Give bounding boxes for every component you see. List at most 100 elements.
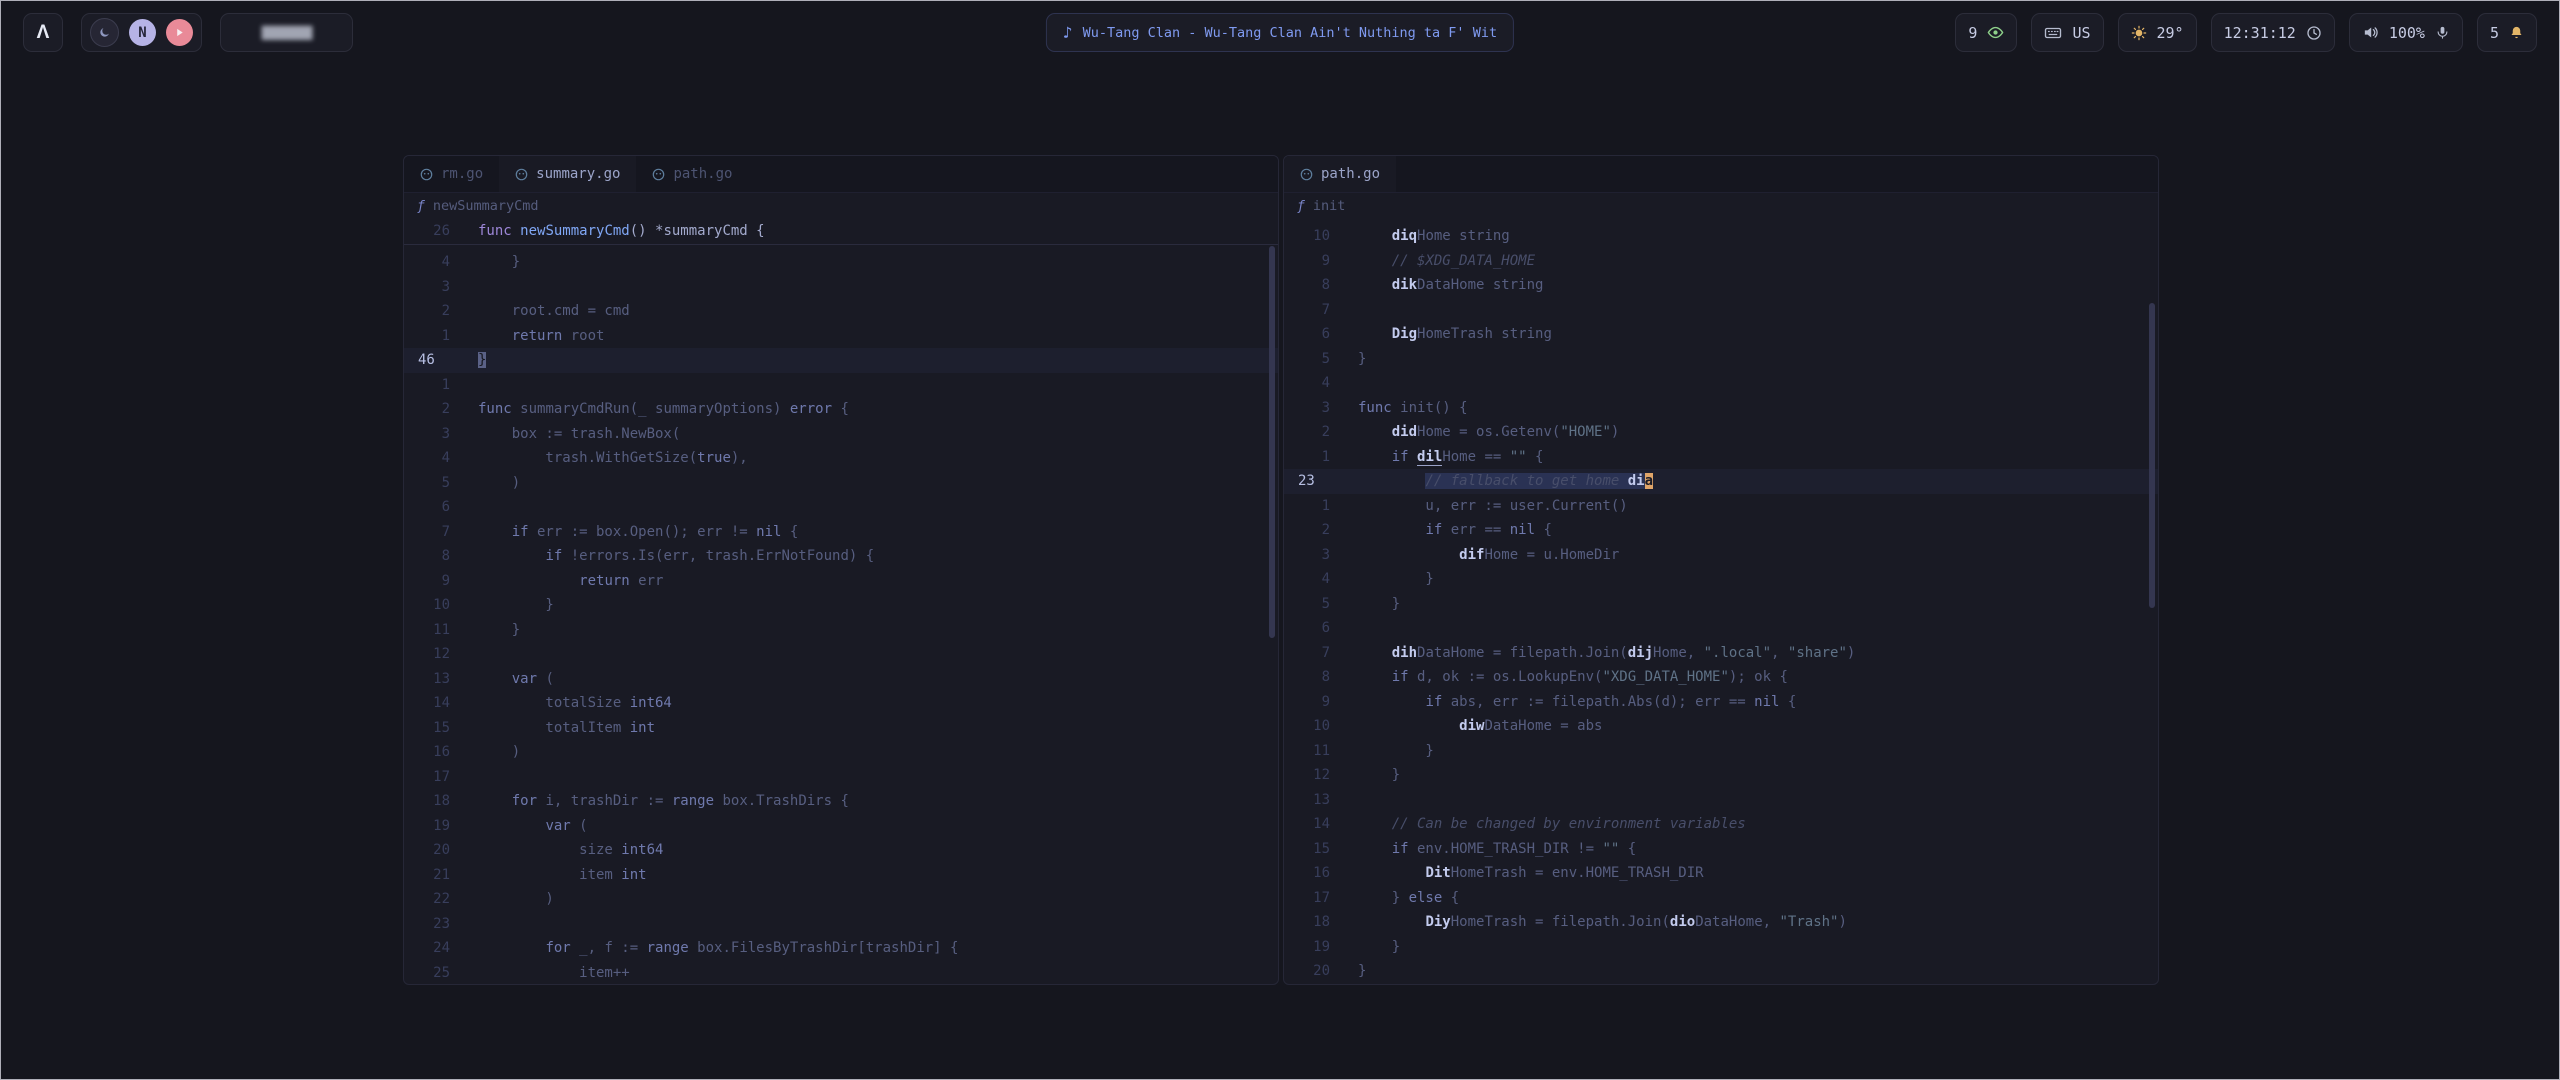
code-segment: newSummaryCmd <box>520 223 630 239</box>
code-line[interactable]: 10 diwDataHome = abs <box>1284 714 2158 739</box>
line-number: 9 <box>1284 249 1330 274</box>
code-line[interactable]: 14 // Can be changed by environment vari… <box>1284 812 2158 837</box>
volume-widget[interactable]: 100% <box>2349 13 2463 52</box>
code-line[interactable]: 9 if abs, err := filepath.Abs(d); err ==… <box>1284 690 2158 715</box>
code-segment: { <box>1527 449 1544 465</box>
screen-recorder-widget[interactable]: 9 <box>1955 13 2017 52</box>
code-line[interactable]: 1 if dilHome == "" { <box>1284 445 2158 470</box>
code-line[interactable]: 24 for _, f := range box.FilesByTrashDir… <box>404 936 1278 961</box>
code-line[interactable]: 15 if env.HOME_TRASH_DIR != "" { <box>1284 837 2158 862</box>
code-line[interactable]: 4 trash.WithGetSize(true), <box>404 446 1278 471</box>
code-text: DitHomeTrash = env.HOME_TRASH_DIR <box>1330 861 2158 886</box>
code-line[interactable]: 12 <box>404 642 1278 667</box>
code-segment: Home = u.HomeDir <box>1484 547 1619 563</box>
code-line[interactable]: 25 item++ <box>404 961 1278 986</box>
clock-widget[interactable]: 12:31:12 <box>2211 13 2335 52</box>
code-line[interactable]: 6 <box>1284 616 2158 641</box>
code-line[interactable]: 5} <box>1284 347 2158 372</box>
workspace-switcher[interactable]: N <box>81 13 202 52</box>
workspace-icon-1[interactable] <box>90 18 119 47</box>
code-line[interactable]: 19 } <box>1284 935 2158 960</box>
code-line[interactable]: 5 ) <box>404 471 1278 496</box>
code-line[interactable]: 20} <box>1284 959 2158 984</box>
keyboard-layout-widget[interactable]: US <box>2031 13 2103 52</box>
code-line[interactable]: 10 diqHome string <box>1284 224 2158 249</box>
code-line[interactable]: 15 totalItem int <box>404 716 1278 741</box>
code-line[interactable]: 19 var ( <box>404 814 1278 839</box>
code-line[interactable]: 7 if err := box.Open(); err != nil { <box>404 520 1278 545</box>
code-line[interactable]: 13 <box>1284 788 2158 813</box>
code-line[interactable]: 21 item int <box>404 863 1278 888</box>
masked-window-title[interactable]: ████████ <box>220 13 353 52</box>
code-line[interactable]: 4 } <box>1284 567 2158 592</box>
code-text: } else { <box>1330 886 2158 911</box>
code-line[interactable]: 14 totalSize int64 <box>404 691 1278 716</box>
code-line[interactable]: 8 dikDataHome string <box>1284 273 2158 298</box>
code-line[interactable]: 8 if !errors.Is(err, trash.ErrNotFound) … <box>404 544 1278 569</box>
code-line[interactable]: 4 } <box>404 250 1278 275</box>
sticky-context-line[interactable]: 26 func newSummaryCmd() *summaryCmd { <box>404 219 1278 245</box>
code-line[interactable]: 8 if d, ok := os.LookupEnv("XDG_DATA_HOM… <box>1284 665 2158 690</box>
code-line[interactable]: 12 } <box>1284 763 2158 788</box>
code-line[interactable]: 11 } <box>404 618 1278 643</box>
app-launcher-button[interactable]: Λ <box>23 13 63 52</box>
scrollbar-right[interactable] <box>2149 303 2155 608</box>
code-line[interactable]: 9 // $XDG_DATA_HOME <box>1284 249 2158 274</box>
bar-left: Λ N ████████ <box>23 13 353 52</box>
tab-path-go-left[interactable]: path.go <box>636 156 748 192</box>
code-line[interactable]: 1 u, err := user.Current() <box>1284 494 2158 519</box>
code-line[interactable]: 2func summaryCmdRun(_ summaryOptions) er… <box>404 397 1278 422</box>
code-line[interactable]: 3func init() { <box>1284 396 2158 421</box>
code-line[interactable]: 2 didHome = os.Getenv("HOME") <box>1284 420 2158 445</box>
code-line[interactable]: 18 for i, trashDir := range box.TrashDir… <box>404 789 1278 814</box>
tab-rm-go[interactable]: rm.go <box>404 156 499 192</box>
media-player-widget[interactable]: ♪ Wu-Tang Clan - Wu-Tang Clan Ain't Nuth… <box>1046 13 1514 52</box>
code-line[interactable]: 10 } <box>404 593 1278 618</box>
code-line[interactable]: 7 <box>1284 298 2158 323</box>
code-text: if abs, err := filepath.Abs(d); err == n… <box>1330 690 2158 715</box>
code-line[interactable]: 1 return root <box>404 324 1278 349</box>
notifications-widget[interactable]: 5 <box>2477 13 2537 52</box>
weather-widget[interactable]: 29° <box>2118 13 2197 52</box>
code-line[interactable]: 16 DitHomeTrash = env.HOME_TRASH_DIR <box>1284 861 2158 886</box>
code-line[interactable]: 3 difHome = u.HomeDir <box>1284 543 2158 568</box>
code-line[interactable]: 5 } <box>1284 592 2158 617</box>
line-number: 8 <box>404 544 450 569</box>
code-line[interactable]: 17 <box>404 765 1278 790</box>
line-number: 3 <box>404 422 450 447</box>
code-line[interactable]: 1 <box>404 373 1278 398</box>
code-line[interactable]: 18 DiyHomeTrash = filepath.Join(dioDataH… <box>1284 910 2158 935</box>
code-line[interactable]: 16 ) <box>404 740 1278 765</box>
code-text <box>1330 371 2158 396</box>
tab-path-go-right[interactable]: path.go <box>1284 156 1396 192</box>
workspace-icon-3[interactable] <box>166 19 193 46</box>
code-line[interactable]: 4 <box>1284 371 2158 396</box>
code-line[interactable]: 9 return err <box>404 569 1278 594</box>
code-line[interactable]: 2 root.cmd = cmd <box>404 299 1278 324</box>
code-line[interactable]: 17 } else { <box>1284 886 2158 911</box>
code-line[interactable]: 3 <box>404 275 1278 300</box>
code-segment: dil <box>1417 449 1442 466</box>
code-segment: dif <box>1459 547 1484 563</box>
code-line[interactable]: 11 } <box>1284 739 2158 764</box>
code-text: var ( <box>450 814 1278 839</box>
tab-summary-go[interactable]: summary.go <box>499 156 636 192</box>
code-line[interactable]: 23 // fallback to get home dia <box>1284 469 2158 494</box>
workspace-icon-2[interactable]: N <box>129 19 156 46</box>
code-line[interactable]: 2 if err == nil { <box>1284 518 2158 543</box>
code-line[interactable]: 3 box := trash.NewBox( <box>404 422 1278 447</box>
code-line[interactable]: 23 <box>404 912 1278 937</box>
code-line[interactable]: 13 var ( <box>404 667 1278 692</box>
code-line[interactable]: 6 DigHomeTrash string <box>1284 322 2158 347</box>
code-line[interactable]: 7 dihDataHome = filepath.Join(dijHome, "… <box>1284 641 2158 666</box>
code-line[interactable]: 20 size int64 <box>404 838 1278 863</box>
scrollbar-left[interactable] <box>1269 246 1275 638</box>
code-segment: ) <box>478 744 520 760</box>
code-line[interactable]: 6 <box>404 495 1278 520</box>
code-segment: if <box>512 524 529 540</box>
code-segment: range <box>672 793 714 809</box>
code-segment: env.HOME_TRASH_DIR != <box>1409 841 1603 857</box>
code-text: root.cmd = cmd <box>450 299 1278 324</box>
code-line[interactable]: 22 ) <box>404 887 1278 912</box>
code-line[interactable]: 46} <box>404 348 1278 373</box>
